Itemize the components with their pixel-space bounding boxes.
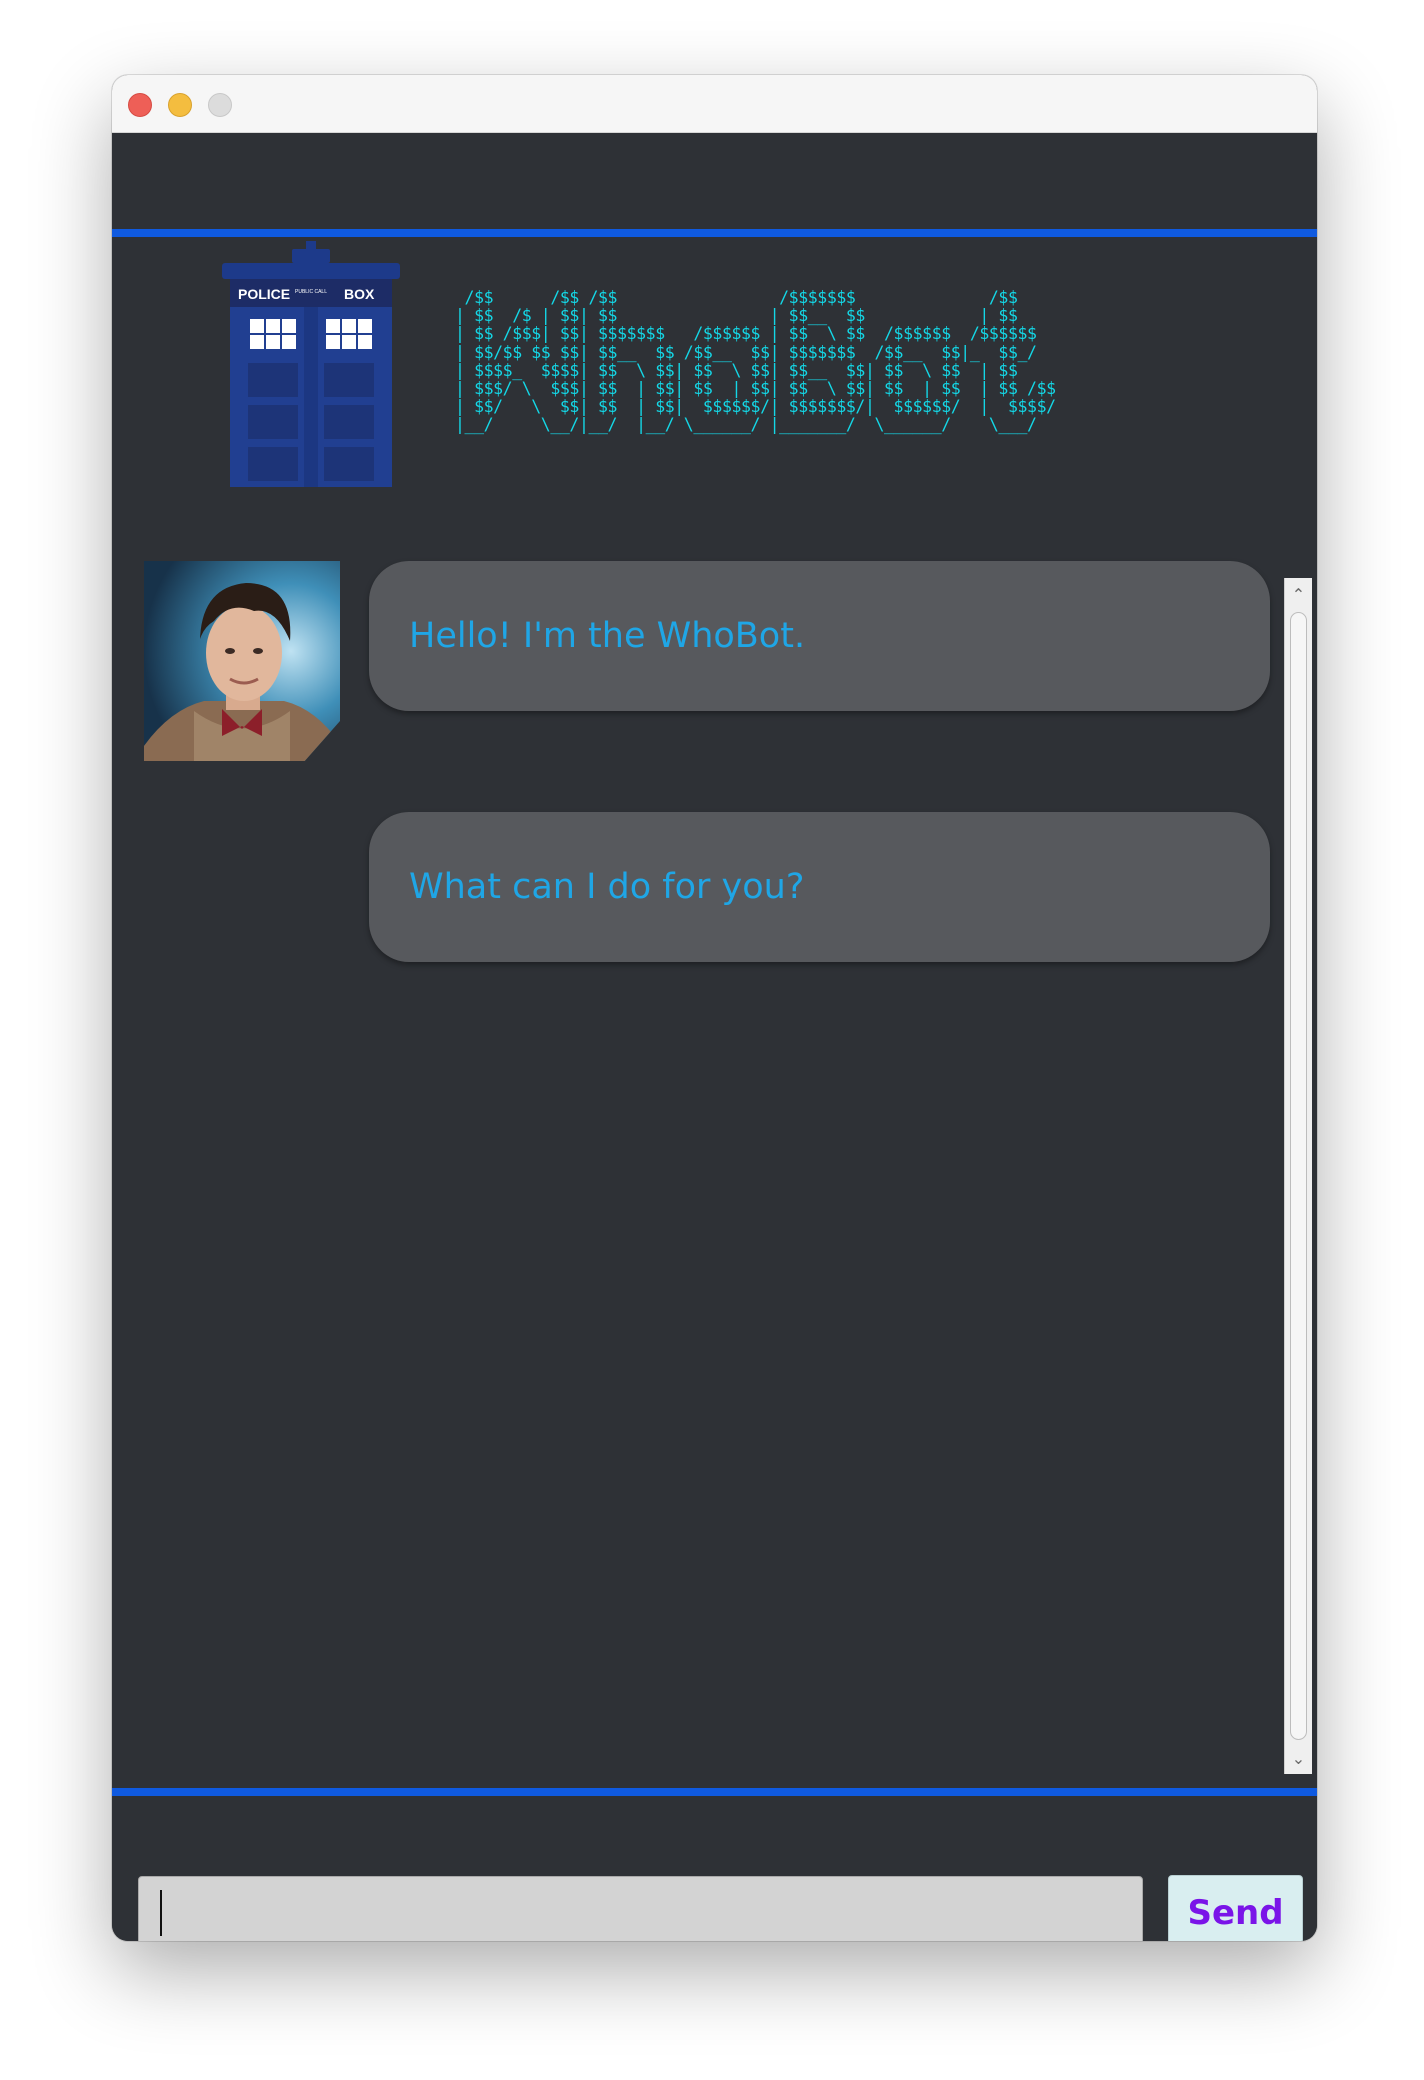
- footer-divider: [112, 1788, 1317, 1796]
- scroll-down-arrow-icon[interactable]: ⌄: [1285, 1742, 1312, 1774]
- scroll-up-arrow-icon[interactable]: ⌃: [1285, 578, 1312, 610]
- message-text: Hello! I'm the WhoBot.: [409, 616, 806, 656]
- tardis-sign-right: BOX: [344, 286, 375, 302]
- text-cursor: [160, 1890, 162, 1936]
- app-window: POLICE PUBLIC CALL BOX /$$ /$$ /$$ /$$$$…: [112, 75, 1317, 1941]
- message-input[interactable]: [138, 1876, 1143, 1941]
- header-top-divider: [112, 229, 1317, 237]
- message-bubble: Hello! I'm the WhoBot.: [369, 561, 1270, 711]
- tardis-icon: POLICE PUBLIC CALL BOX: [222, 241, 400, 501]
- ascii-logo: /$$ /$$ /$$ /$$$$$$$ /$$ | $$ /$ | $$| $…: [455, 288, 1056, 435]
- minimize-window-button[interactable]: [168, 93, 192, 117]
- chat-panel[interactable]: Hello! I'm the WhoBot. What can I do for…: [112, 487, 1317, 1784]
- close-window-button[interactable]: [128, 93, 152, 117]
- chat-scrollbar[interactable]: ⌃ ⌄: [1284, 578, 1312, 1774]
- input-bar: Send: [112, 1788, 1317, 1941]
- title-bar: [112, 75, 1317, 133]
- tardis-sign-small: PUBLIC CALL: [295, 289, 327, 295]
- message-bubble: What can I do for you?: [369, 812, 1270, 962]
- tardis-sign-left: POLICE: [238, 286, 290, 302]
- scrollbar-thumb[interactable]: [1290, 612, 1307, 1740]
- maximize-window-button[interactable]: [208, 93, 232, 117]
- message-text: What can I do for you?: [409, 867, 805, 907]
- doctor-avatar-icon: [144, 561, 340, 761]
- send-button[interactable]: Send: [1168, 1875, 1303, 1941]
